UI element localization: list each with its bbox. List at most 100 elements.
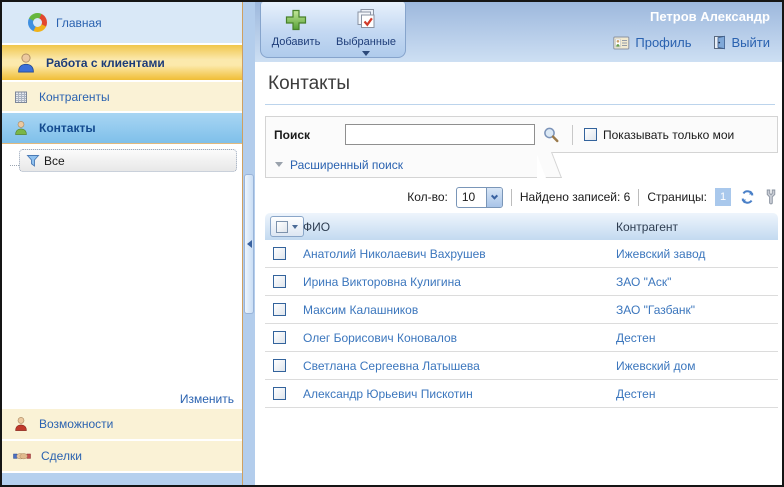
chevron-down-icon xyxy=(362,51,370,56)
advanced-search-link[interactable]: Расширенный поиск xyxy=(290,158,403,172)
page-1-button[interactable]: 1 xyxy=(715,188,731,206)
row-checkbox[interactable] xyxy=(273,303,286,316)
sidebar-item-opportunities[interactable]: Возможности xyxy=(2,409,242,441)
company-cell: ЗАО "Аск" xyxy=(616,275,778,289)
table-row: Александр Юрьевич Пискотин Дестен xyxy=(265,380,778,408)
sidebar-item-clients[interactable]: Работа с клиентами xyxy=(2,45,242,82)
sidebar-item-label: Сделки xyxy=(41,449,82,463)
select-all-checkbox[interactable] xyxy=(276,221,288,233)
contacts-tree-panel: Все Изменить xyxy=(2,143,242,409)
contact-company-link[interactable]: Ижевский завод xyxy=(616,247,705,261)
user-links: Профиль Выйти xyxy=(613,35,770,50)
row-checkbox[interactable] xyxy=(273,331,286,344)
table-row: Ирина Викторовна Кулигина ЗАО "Аск" xyxy=(265,268,778,296)
select-all-dropdown[interactable] xyxy=(270,216,304,237)
row-checkbox-col xyxy=(265,247,303,260)
row-checkbox[interactable] xyxy=(273,359,286,372)
contact-company-link[interactable]: ЗАО "Газбанк" xyxy=(616,303,695,317)
sidebar-item-label: Главная xyxy=(56,16,102,30)
contact-name-link[interactable]: Олег Борисович Коновалов xyxy=(303,331,457,345)
sidebar-item-contacts[interactable]: Контакты xyxy=(2,113,242,143)
column-header-name[interactable]: ФИО xyxy=(303,220,616,234)
row-checkbox-col xyxy=(265,387,303,400)
sidebar-item-label: Контакты xyxy=(39,121,96,135)
search-divider xyxy=(572,125,573,145)
edit-link[interactable]: Изменить xyxy=(180,392,234,406)
sidebar: Главная Работа с клиентами xyxy=(2,2,243,485)
count-select[interactable]: 10 xyxy=(456,187,503,208)
logout-door-icon xyxy=(712,35,727,50)
column-header-company[interactable]: Контрагент xyxy=(616,220,778,234)
selected-pages-icon xyxy=(353,7,379,33)
contact-name-link[interactable]: Светлана Сергеевна Латышева xyxy=(303,359,480,373)
company-cell: Ижевский завод xyxy=(616,247,778,261)
found-records-label: Найдено записей: 6 xyxy=(520,190,630,204)
contact-company-link[interactable]: Дестен xyxy=(616,387,655,401)
contact-name-link[interactable]: Ирина Викторовна Кулигина xyxy=(303,275,461,289)
table-body: Анатолий Николаевич Вахрушев Ижевский за… xyxy=(265,240,778,408)
tree-item-label: Все xyxy=(44,154,65,168)
count-dropdown-button[interactable] xyxy=(486,188,502,207)
search-block: Поиск Показывать только мои xyxy=(265,116,778,178)
person-red-icon xyxy=(13,416,29,432)
sidebar-item-label: Контрагенты xyxy=(39,90,110,104)
row-checkbox-col xyxy=(265,331,303,344)
funnel-icon xyxy=(26,154,41,168)
header-band: Добавить Выбранные Пе xyxy=(255,2,782,62)
header-checkbox-col xyxy=(265,216,303,237)
refresh-icon xyxy=(739,189,756,205)
advanced-search-tab[interactable]: Расширенный поиск xyxy=(265,152,537,178)
only-mine-label: Показывать только мои xyxy=(603,128,734,142)
selected-button[interactable]: Выбранные xyxy=(331,7,401,57)
contact-name-link[interactable]: Максим Калашников xyxy=(303,303,418,317)
settings-wrench-button[interactable] xyxy=(764,189,778,205)
person-blue-icon xyxy=(15,52,37,74)
table-row: Светлана Сергеевна Латышева Ижевский дом xyxy=(265,352,778,380)
sidebar-splitter[interactable] xyxy=(243,2,255,485)
sidebar-item-counterparties[interactable]: Контрагенты xyxy=(2,82,242,113)
contact-name-link[interactable]: Анатолий Николаевич Вахрушев xyxy=(303,247,486,261)
contact-company-link[interactable]: Дестен xyxy=(616,331,655,345)
splitter-handle[interactable] xyxy=(244,174,254,314)
row-checkbox-col xyxy=(265,275,303,288)
selected-button-label: Выбранные xyxy=(336,36,396,48)
controls-divider xyxy=(638,189,639,206)
profile-card-icon xyxy=(613,36,630,50)
count-label: Кол-во: xyxy=(407,190,448,204)
logout-link[interactable]: Выйти xyxy=(732,35,771,50)
only-mine-checkbox[interactable] xyxy=(584,128,597,141)
main-area: Добавить Выбранные Пе xyxy=(255,2,782,485)
search-input[interactable] xyxy=(345,124,535,145)
refresh-button[interactable] xyxy=(739,189,756,205)
content: Контакты Поиск xyxy=(255,62,782,408)
contact-company-link[interactable]: ЗАО "Аск" xyxy=(616,275,671,289)
row-checkbox-col xyxy=(265,303,303,316)
user-name: Петров Александр xyxy=(650,9,770,24)
add-button[interactable]: Добавить xyxy=(261,7,331,57)
count-value: 10 xyxy=(457,188,486,207)
contact-name-link[interactable]: Александр Юрьевич Пискотин xyxy=(303,387,473,401)
search-label: Поиск xyxy=(274,128,345,142)
title-divider xyxy=(265,104,775,105)
contact-company-link[interactable]: Ижевский дом xyxy=(616,359,695,373)
profile-link[interactable]: Профиль xyxy=(635,35,691,50)
chevron-down-icon xyxy=(292,225,298,229)
toolbar: Добавить Выбранные xyxy=(260,2,406,58)
name-cell: Максим Калашников xyxy=(303,303,616,317)
chevron-down-icon xyxy=(491,192,498,199)
sidebar-item-deals[interactable]: Сделки xyxy=(2,441,242,473)
pages-label: Страницы: xyxy=(647,190,707,204)
page-title: Контакты xyxy=(268,73,778,95)
tree-root: Все xyxy=(6,149,237,172)
row-checkbox[interactable] xyxy=(273,247,286,260)
search-submit-button[interactable] xyxy=(542,126,560,144)
tree-item-all[interactable]: Все xyxy=(19,149,237,172)
table-row: Анатолий Николаевич Вахрушев Ижевский за… xyxy=(265,240,778,268)
company-cell: Ижевский дом xyxy=(616,359,778,373)
company-cell: Дестен xyxy=(616,387,778,401)
search-row: Поиск Показывать только мои xyxy=(265,116,778,153)
row-checkbox[interactable] xyxy=(273,275,286,288)
home-circle-icon xyxy=(28,13,47,32)
row-checkbox[interactable] xyxy=(273,387,286,400)
sidebar-item-home[interactable]: Главная xyxy=(2,2,242,45)
